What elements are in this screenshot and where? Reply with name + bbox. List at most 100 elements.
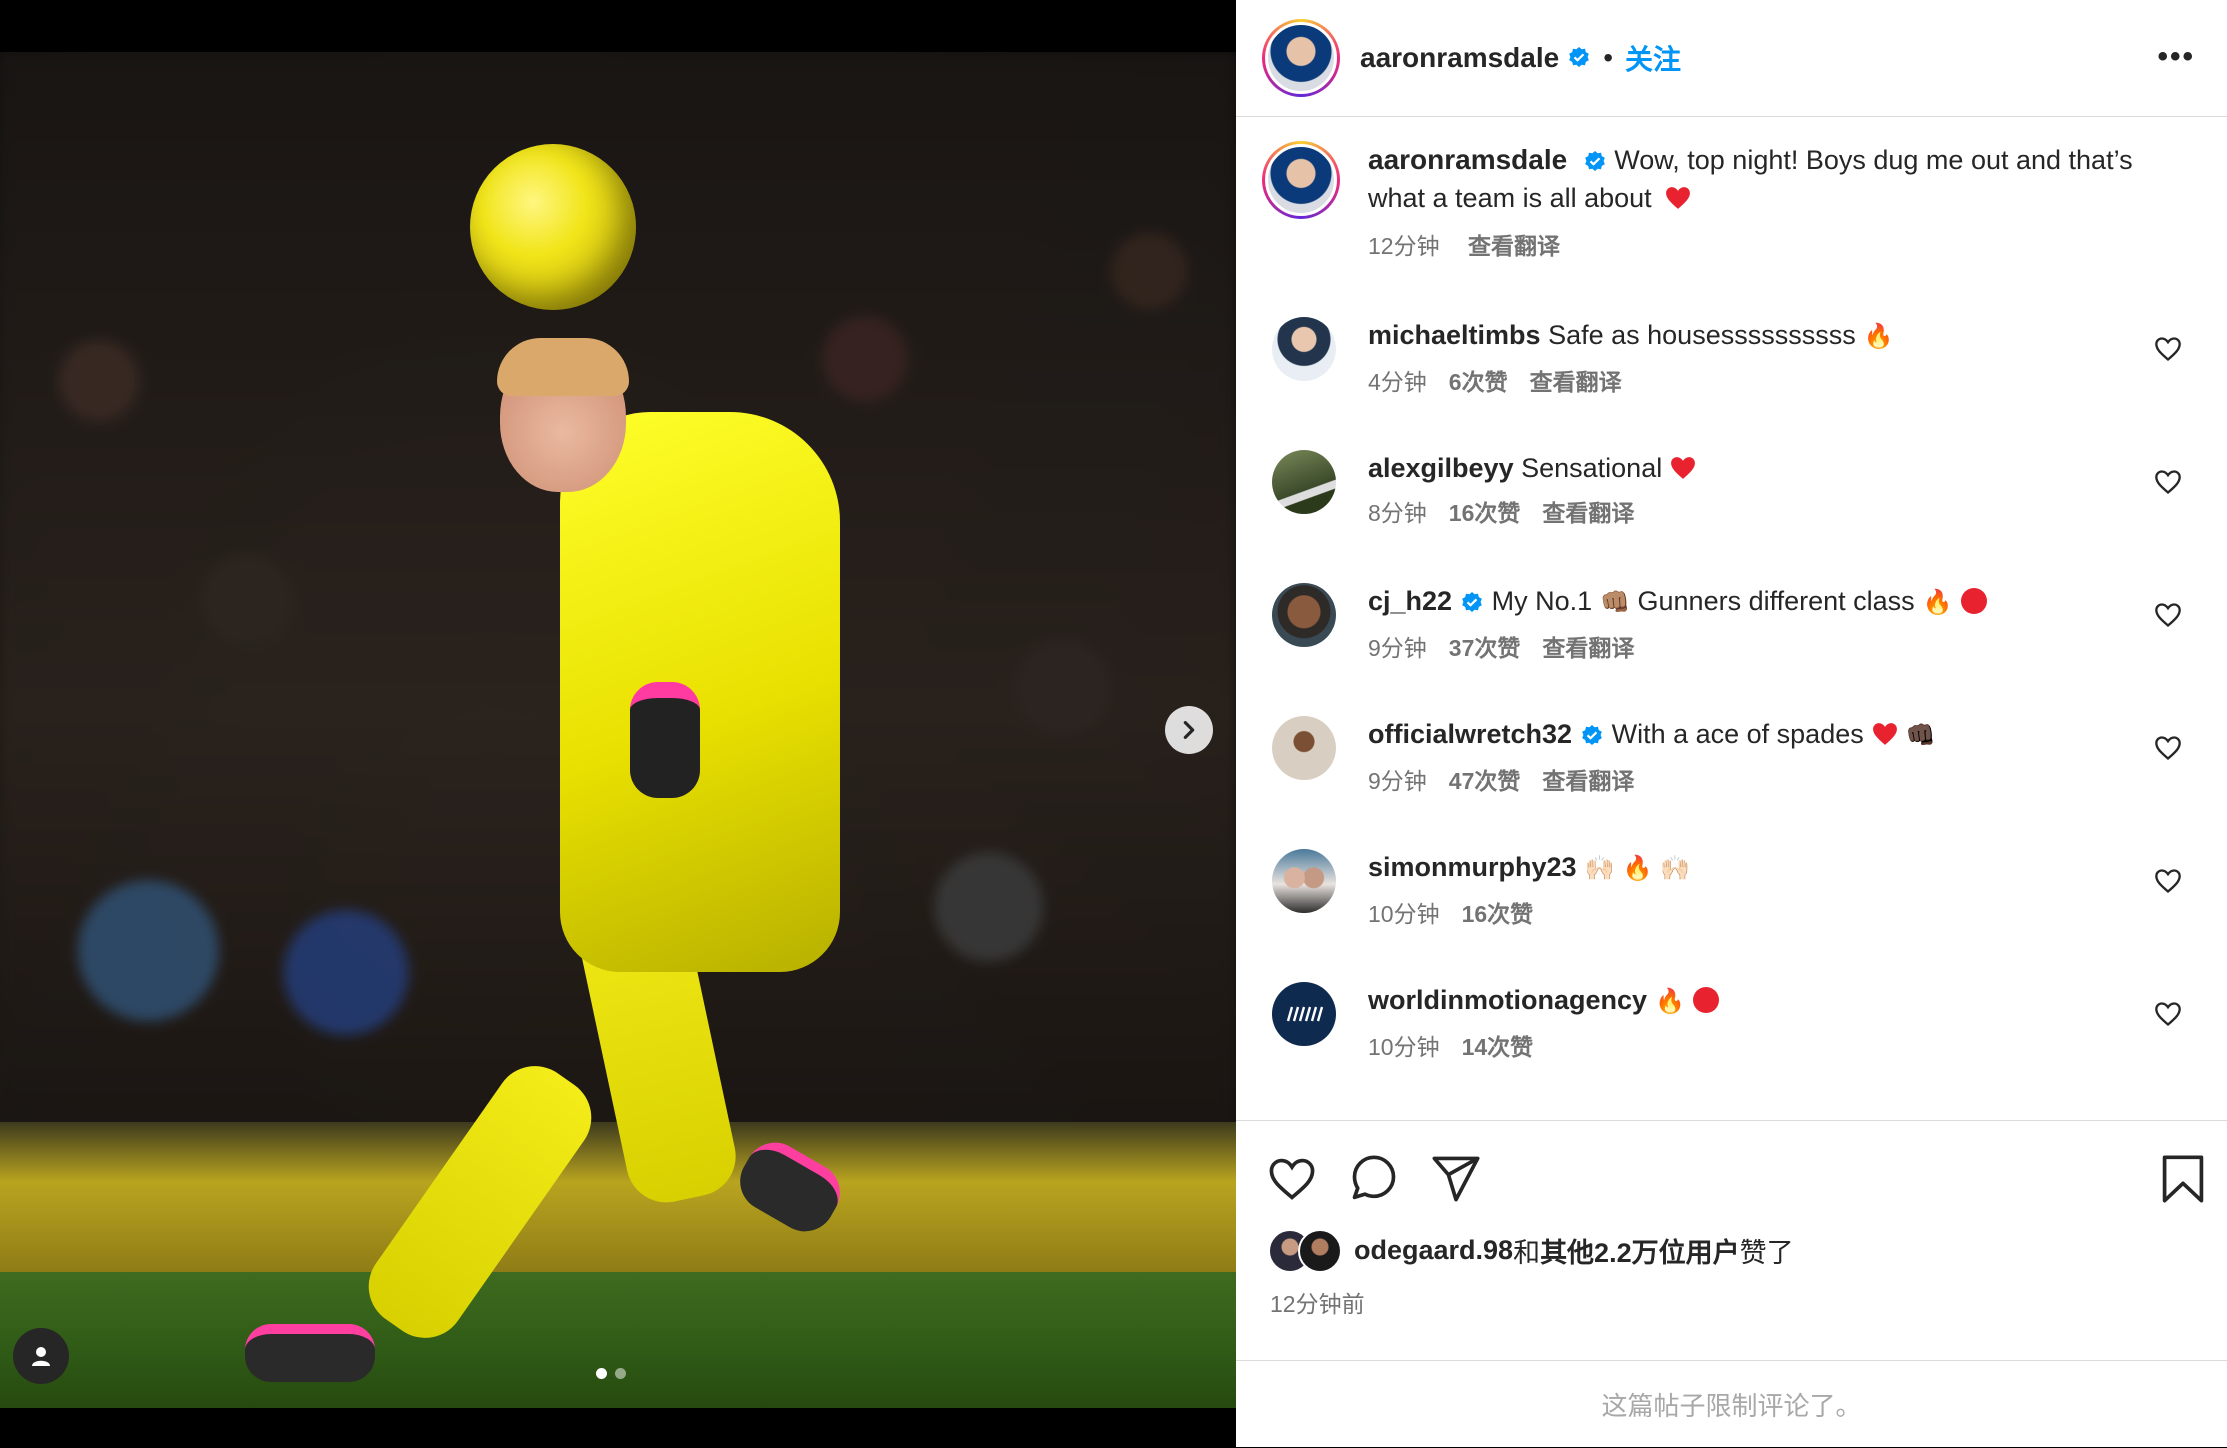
comment-item: officialwretch32 With a ace of spades 👊🏿 …: [1272, 716, 2202, 836]
comment-time: 8分钟: [1368, 500, 1427, 526]
liker-avatars[interactable]: [1268, 1229, 1344, 1273]
brand-logo-icon: [1286, 1006, 1324, 1022]
post-actions: odegaard.98 和 其他2.2万位用户 赞了 12分钟前: [1236, 1120, 2227, 1361]
comment-likes[interactable]: 6次赞: [1449, 369, 1508, 395]
ad-board: [0, 1122, 1236, 1272]
author-username[interactable]: aaronramsdale: [1360, 42, 1559, 74]
bookmark-icon[interactable]: [2159, 1153, 2207, 1205]
likes-summary: odegaard.98 和 其他2.2万位用户 赞了: [1268, 1229, 1794, 1273]
commenter-username[interactable]: officialwretch32: [1368, 719, 1572, 749]
comment-likes[interactable]: 14次赞: [1462, 1034, 1534, 1060]
carousel-dot: [615, 1368, 626, 1379]
author-avatar[interactable]: [1262, 19, 1340, 97]
translate-link[interactable]: 查看翻译: [1542, 635, 1634, 661]
separator-dot: •: [1603, 42, 1614, 73]
red-heart-emoji-icon: [1671, 457, 1696, 479]
comment-likes[interactable]: 37次赞: [1449, 635, 1521, 661]
comment-text: My No.1: [1491, 586, 1593, 616]
like-comment-heart-icon[interactable]: [2154, 867, 2182, 895]
commenter-username[interactable]: michaeltimbs: [1368, 320, 1541, 350]
commenter-avatar[interactable]: [1272, 849, 1336, 913]
likes-connector: 和: [1513, 1237, 1541, 1268]
comment-text-continued: Gunners different class: [1637, 586, 1915, 616]
likes-suffix: 赞了: [1739, 1237, 1794, 1268]
carousel-dot: [596, 1368, 607, 1379]
comment-time: 9分钟: [1368, 635, 1427, 661]
follow-button[interactable]: 关注: [1625, 38, 1681, 78]
comments-list[interactable]: aaronramsdale Wow, top night! Boys dug m…: [1236, 117, 2227, 1117]
red-circle-emoji-icon: [1692, 987, 1719, 1013]
comment-text: With a ace of spades: [1611, 719, 1864, 749]
carousel-indicator: [596, 1368, 626, 1379]
comment-item: michaeltimbs Safe as housessssssssss 🔥 4分…: [1272, 317, 2202, 437]
comment-likes[interactable]: 16次赞: [1462, 901, 1534, 927]
user-icon: [32, 1347, 50, 1366]
translate-link[interactable]: 查看翻译: [1530, 369, 1622, 395]
fire-emoji: 🔥: [1622, 855, 1653, 882]
comment-item: simonmurphy23 🙌🏻 🔥 🙌🏻 10分钟 16次赞: [1272, 849, 2202, 969]
like-comment-heart-icon[interactable]: [2154, 468, 2182, 496]
fire-emoji: 🔥: [1655, 988, 1685, 1015]
commenter-username[interactable]: alexgilbeyy: [1368, 453, 1514, 483]
like-comment-heart-icon[interactable]: [2154, 601, 2182, 629]
translate-link[interactable]: 查看翻译: [1542, 768, 1634, 794]
like-comment-heart-icon[interactable]: [2154, 1000, 2182, 1028]
commenter-avatar[interactable]: [1272, 450, 1336, 514]
comment-item: cj_h22 My No.1 👊🏽 Gunners different class…: [1272, 583, 2202, 703]
comment-time: 4分钟: [1368, 369, 1427, 395]
red-heart-emoji-icon: [1872, 723, 1897, 745]
fist-emoji: 👊🏿: [1905, 722, 1936, 749]
verified-badge-icon: [1462, 591, 1482, 612]
comment-text: Safe as housessssssssss: [1548, 320, 1856, 350]
commenter-username[interactable]: cj_h22: [1368, 586, 1452, 616]
commenter-username[interactable]: worldinmotionagency: [1368, 985, 1647, 1015]
comment-text: Sensational: [1521, 453, 1663, 483]
post-photo[interactable]: [0, 52, 1236, 1408]
comment-likes[interactable]: 47次赞: [1449, 768, 1521, 794]
post-details-panel: aaronramsdale • 关注 ••• aaronramsdale Wow…: [1236, 0, 2227, 1447]
commenter-avatar[interactable]: [1272, 583, 1336, 647]
next-slide-button[interactable]: [1165, 706, 1213, 754]
comment-time: 10分钟: [1368, 901, 1440, 927]
like-comment-heart-icon[interactable]: [2154, 335, 2182, 363]
comment-time: 9分钟: [1368, 768, 1427, 794]
player-body: [560, 412, 840, 972]
like-comment-heart-icon[interactable]: [2154, 734, 2182, 762]
others-liked-link[interactable]: 其他2.2万位用户: [1540, 1231, 1740, 1270]
liker-username[interactable]: odegaard.98: [1354, 1235, 1513, 1266]
author-avatar[interactable]: [1262, 141, 1340, 219]
commenter-username[interactable]: simonmurphy23: [1368, 852, 1577, 882]
post-timestamp[interactable]: 12分钟前: [1270, 1285, 1365, 1319]
media-panel: [0, 0, 1236, 1447]
send-icon[interactable]: [1430, 1153, 1482, 1205]
verified-badge-icon: [1582, 724, 1602, 745]
caption-time: 12分钟: [1368, 233, 1440, 259]
football: [470, 144, 636, 310]
fire-emoji: 🔥: [1863, 323, 1894, 350]
translate-link[interactable]: 查看翻译: [1542, 500, 1634, 526]
comment-icon[interactable]: [1348, 1153, 1400, 1205]
fire-emoji: 🔥: [1922, 589, 1953, 616]
comment-item: alexgilbeyy Sensational 8分钟 16次赞 查看翻译: [1272, 450, 2202, 570]
more-options-button[interactable]: •••: [2157, 40, 2195, 74]
tagged-users-button[interactable]: [13, 1328, 69, 1384]
boot: [245, 1324, 375, 1382]
raised-hands-emoji: 🙌🏻: [1660, 855, 1691, 882]
post-header: aaronramsdale • 关注 •••: [1236, 0, 2227, 117]
raised-hands-emoji: 🙌🏻: [1584, 855, 1615, 882]
verified-badge-icon: [1569, 47, 1590, 67]
commenter-avatar[interactable]: [1272, 982, 1336, 1046]
pitch: [0, 1272, 1236, 1408]
comment-likes[interactable]: 16次赞: [1449, 500, 1521, 526]
caption-username[interactable]: aaronramsdale: [1368, 144, 1567, 175]
goalkeeper-glove: [630, 682, 700, 798]
comments-limited-note: 这篇帖子限制评论了。: [1236, 1360, 2227, 1448]
comment-time: 10分钟: [1368, 1034, 1440, 1060]
commenter-avatar[interactable]: [1272, 716, 1336, 780]
commenter-avatar[interactable]: [1272, 317, 1336, 381]
heart-icon[interactable]: [1266, 1153, 1318, 1205]
translate-link[interactable]: 查看翻译: [1468, 233, 1560, 259]
chevron-right-icon: [1183, 721, 1195, 739]
red-heart-emoji-icon: [1666, 187, 1691, 209]
fist-emoji: 👊🏽: [1600, 589, 1630, 616]
